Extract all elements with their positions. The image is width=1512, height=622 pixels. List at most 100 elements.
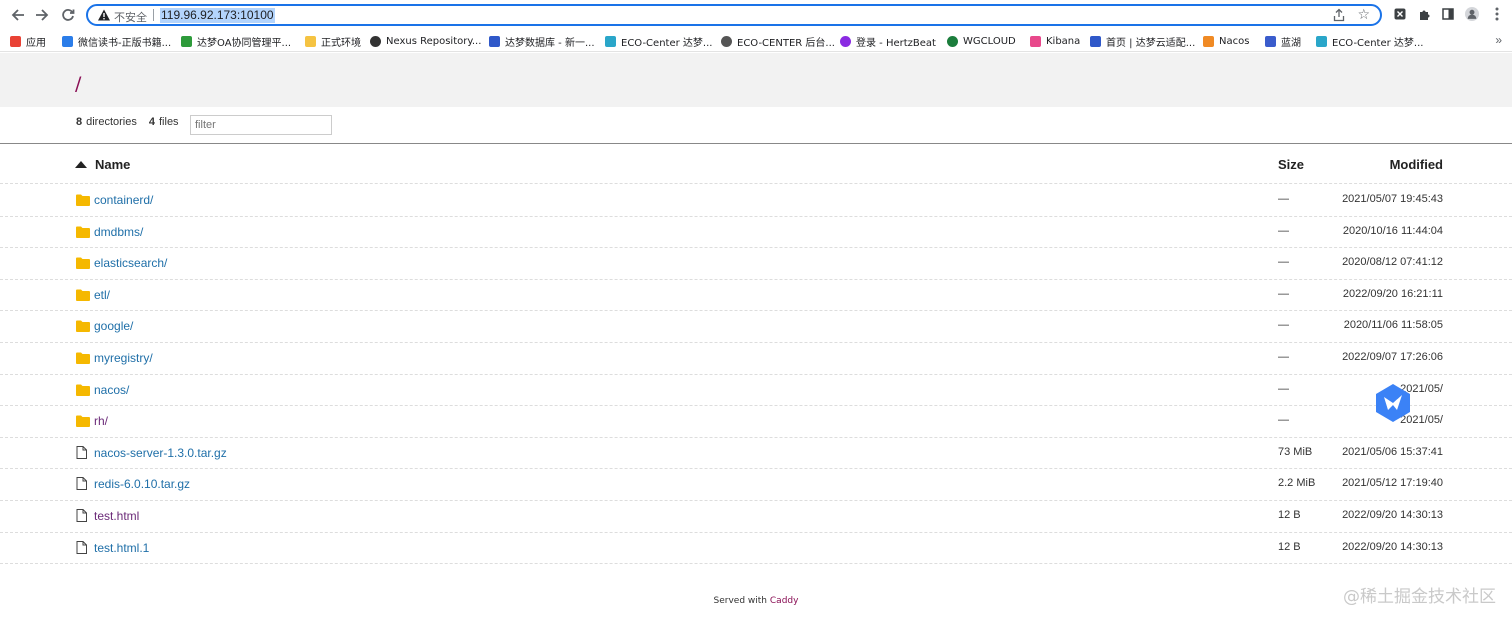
bookmark-label: 达梦OA协同管理平... [197,37,292,49]
bookmark-label: ECO-Center 达梦... [621,37,713,49]
back-arrow-icon[interactable] [8,5,28,25]
size-cell: 73 MiB [1278,445,1313,458]
table-row[interactable]: elasticsearch/ — 2020/08/12 07:41:12 [0,248,1512,280]
filter-input[interactable] [190,115,332,135]
size-cell: — [1278,224,1289,237]
table-row[interactable]: dmdbms/ — 2020/10/16 11:44:04 [0,217,1512,249]
modified-cell: 2021/05/07 19:45:43 [1342,193,1443,205]
nexus-icon [370,35,381,47]
bookmark-item[interactable]: 蓝湖 [1265,33,1301,49]
modified-cell: 2020/10/16 11:44:04 [1342,224,1443,237]
folder-icon [76,193,90,207]
modified-cell: 2020/08/12 07:41:12 [1342,256,1443,269]
address-separator [153,9,154,21]
file-link[interactable]: test.html.1 [94,541,149,555]
directory-link[interactable]: nacos/ [94,383,129,397]
name-column-header[interactable]: Name [95,157,130,172]
modified-cell: 2021/05/12 17:19:40 [1342,477,1443,490]
profile-avatar-icon[interactable] [1465,7,1479,21]
caddy-link[interactable]: Caddy [770,596,799,606]
modified-cell: 2020/11/06 11:58:05 [1343,319,1443,332]
size-cell: 2.2 MiB [1278,477,1316,490]
size-cell: — [1278,382,1289,395]
folder-icon [76,225,90,239]
header-divider [0,143,1512,144]
weread-icon [62,35,73,47]
file-count: 4 [148,116,155,128]
bookmark-label: Nacos [1219,35,1250,47]
table-row[interactable]: nacos-server-1.3.0.tar.gz 73 MiB 2021/05/0… [0,438,1512,470]
folder-icon [305,35,316,47]
bookmark-item[interactable]: 达梦数据库 - 新一... [489,33,595,49]
extension-x-icon[interactable] [1393,7,1407,21]
file-icon [76,477,90,491]
bookmark-item[interactable]: Nexus Repository... [370,33,481,49]
forward-arrow-icon[interactable] [32,5,52,25]
menu-dots-icon[interactable] [1490,7,1504,21]
directory-link[interactable]: google/ [94,319,133,333]
bookmark-label: Nexus Repository... [386,35,482,47]
table-row[interactable]: myregistry/ — 2022/09/07 17:26:06 [0,343,1512,375]
bookmark-label: 正式环境 [321,37,361,49]
puzzle-extensions-icon[interactable] [1417,7,1431,21]
table-row[interactable]: rh/—2021/05/ [0,406,1512,438]
bookmark-item[interactable]: 首页 | 达梦云适配... [1090,33,1195,49]
directory-link[interactable]: elasticsearch/ [94,256,167,270]
bookmark-item[interactable]: ECO-Center 达梦... [605,33,712,49]
file-link[interactable]: nacos-server-1.3.0.tar.gz [94,446,227,460]
bookmark-item[interactable]: Nacos [1203,33,1249,49]
kibana-icon [1030,35,1041,47]
directory-link[interactable]: containerd/ [94,193,153,207]
insecure-label[interactable]: 不安全 [114,9,147,25]
nacos-icon [1203,35,1214,47]
bookmark-item[interactable]: 达梦OA协同管理平... [181,33,291,49]
table-row[interactable]: test.html 12 B 2022/09/20 14:30:13 [0,501,1512,533]
table-row[interactable]: etl/ — 2022/09/20 16:21:11 [0,280,1512,312]
table-row[interactable]: nacos/—2021/05/ [0,375,1512,407]
bookmark-star-icon[interactable]: ☆ [1357,6,1370,22]
bookmark-item[interactable]: Kibana [1030,33,1080,49]
directory-link[interactable]: etl/ [94,288,110,302]
reload-icon[interactable] [58,5,78,25]
warning-icon[interactable] [97,8,111,22]
address-bar[interactable]: 不安全 119.96.92.173:10100 ☆ [86,4,1382,26]
bookmark-item[interactable]: WGCLOUD [947,33,1016,49]
bookmark-item[interactable]: ECO-CENTER 后台... [721,33,835,49]
lanhu-icon [1265,35,1276,47]
bookmark-item[interactable]: 微信读书-正版书籍... [62,33,171,49]
bookmark-item[interactable]: ECO-Center 达梦... [1316,33,1423,49]
sort-by-name[interactable]: Name [75,157,130,172]
table-row[interactable]: test.html.1 12 B 2022/09/20 14:30:13 [0,533,1512,565]
size-cell: 12 B [1278,540,1301,553]
file-link[interactable]: redis-6.0.10.tar.gz [94,477,190,491]
modified-column-header[interactable]: Modified [1390,157,1443,172]
folder-icon [76,256,90,270]
size-column-header[interactable]: Size [1278,157,1304,172]
current-path[interactable]: / [75,73,81,95]
hertzbeat-icon [840,35,851,47]
table-row[interactable]: redis-6.0.10.tar.gz 2.2 MiB 2021/05/12 17:… [0,469,1512,501]
directory-link[interactable]: rh/ [94,414,108,428]
bookmark-item[interactable]: 应用 [10,33,46,49]
wgcloud-icon [947,35,958,47]
floating-assistant-icon[interactable] [1373,383,1413,423]
size-cell: — [1278,256,1289,269]
bookmark-item[interactable]: 登录 - HertzBeat [840,33,936,49]
url-text[interactable]: 119.96.92.173:10100 [160,8,275,23]
bookmark-label: 应用 [26,37,46,49]
bookmarks-overflow-icon[interactable]: » [1495,33,1502,47]
table-row[interactable]: containerd/ — 2021/05/07 19:45:43 [0,185,1512,217]
browser-toolbar: 不安全 119.96.92.173:10100 ☆ [0,0,1512,30]
modified-cell: 2022/09/20 14:30:13 [1342,540,1443,553]
share-icon[interactable] [1332,8,1346,22]
directory-link[interactable]: dmdbms/ [94,225,143,239]
file-link[interactable]: test.html [94,509,139,523]
table-row[interactable]: google/ — 2020/11/06 11:58:05 [0,311,1512,343]
size-cell: 12 B [1278,509,1301,521]
side-panel-icon[interactable] [1441,7,1455,21]
bookmark-item[interactable]: 正式环境 [305,33,361,49]
file-icon [76,540,90,555]
directory-label: directories [86,116,137,128]
directory-link[interactable]: myregistry/ [94,351,153,365]
watermark: @稀土掘金技术社区 [1343,587,1496,607]
